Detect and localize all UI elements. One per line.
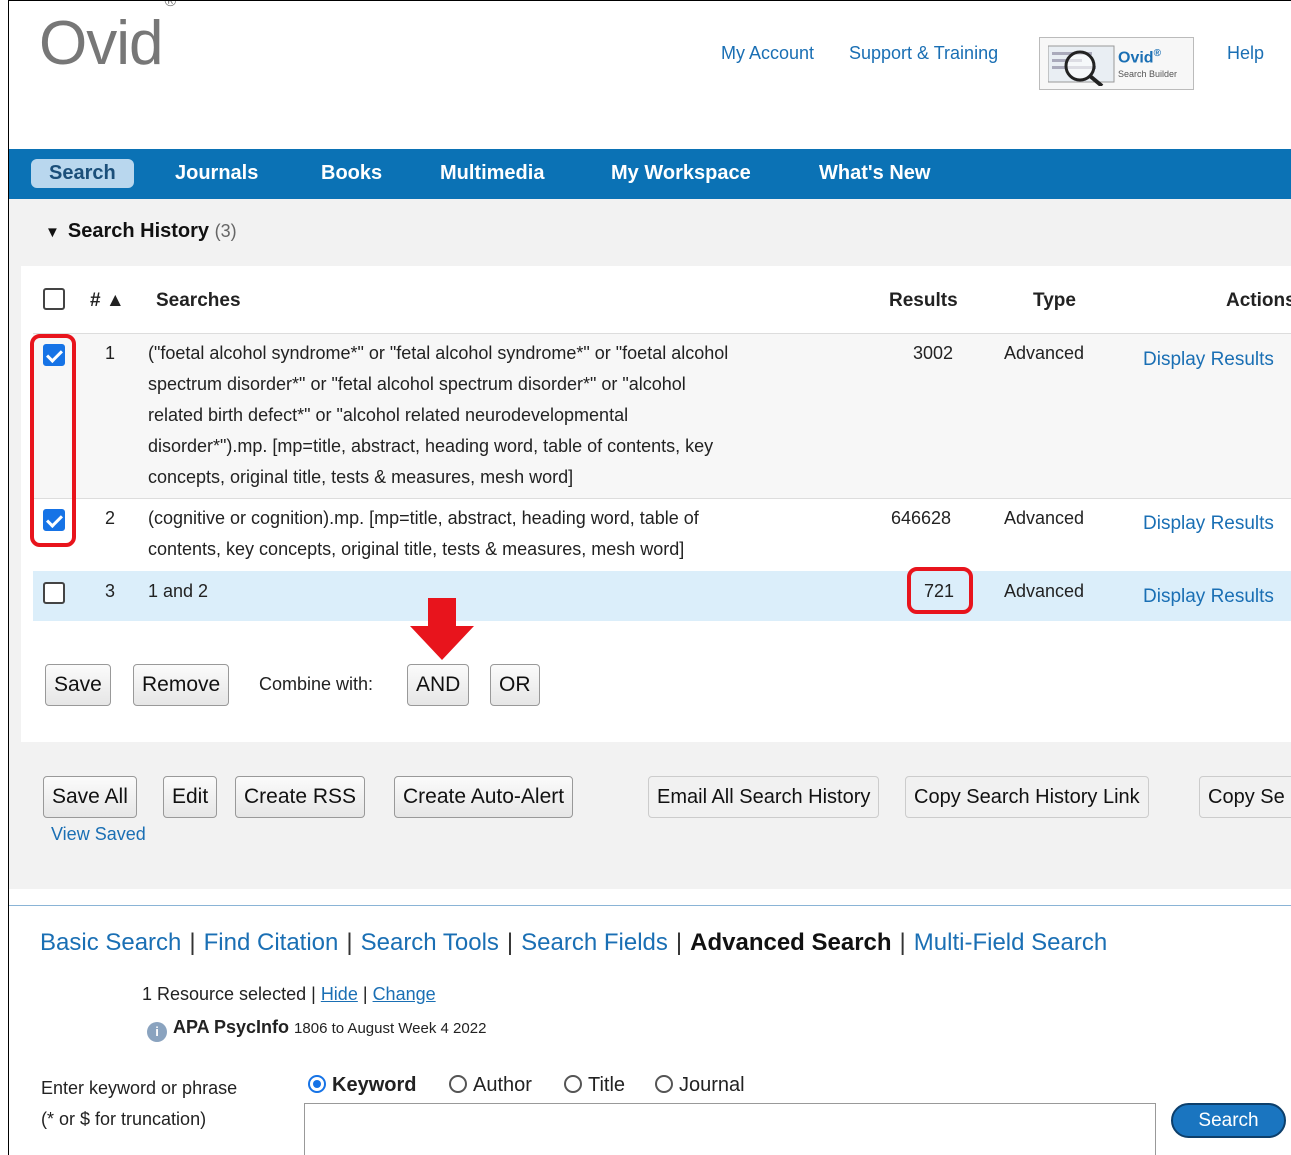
radio-title[interactable]: Title: [564, 1074, 625, 1097]
search-history-toggle[interactable]: ▼ Search History (3): [45, 220, 237, 243]
row-1-query: ("foetal alcohol syndrome*" or "fetal al…: [148, 343, 729, 487]
tab-search[interactable]: Search: [31, 159, 134, 188]
save-button[interactable]: Save: [45, 664, 111, 706]
create-auto-alert-button[interactable]: Create Auto-Alert: [394, 776, 574, 818]
my-account-link[interactable]: My Account: [721, 43, 814, 64]
col-number[interactable]: # ▲: [90, 290, 125, 312]
row-2-results: 646628: [891, 508, 952, 528]
row-1-results: 3002: [913, 343, 954, 363]
row-1-display-results[interactable]: Display Results: [1143, 344, 1274, 375]
main-nav: Search Journals Books Multimedia My Work…: [9, 149, 1291, 199]
search-history-count: (3): [214, 221, 237, 241]
divider: [9, 905, 1291, 906]
row-1-number: 1: [105, 343, 116, 363]
down-arrow-icon: [410, 598, 474, 660]
email-all-history-button[interactable]: Email All Search History: [648, 776, 880, 818]
search-button[interactable]: Search: [1171, 1103, 1286, 1138]
info-icon[interactable]: i: [147, 1022, 167, 1042]
search-builder-label: Search Builder: [1118, 69, 1178, 79]
tab-basic-search[interactable]: Basic Search: [40, 929, 181, 956]
radio-icon: [655, 1075, 673, 1093]
change-link[interactable]: Change: [373, 984, 436, 1004]
tab-whats-new[interactable]: What's New: [819, 162, 930, 185]
radio-author[interactable]: Author: [449, 1074, 532, 1097]
search-history-title: Search History: [67, 220, 210, 242]
tab-my-workspace[interactable]: My Workspace: [611, 162, 751, 185]
database-range: 1806 to August Week 4 2022: [294, 1020, 487, 1037]
col-results: Results: [889, 290, 958, 311]
tab-multimedia[interactable]: Multimedia: [440, 162, 544, 185]
divider: [33, 498, 1291, 499]
row-3-checkbox[interactable]: [43, 582, 65, 604]
search-query-input[interactable]: [304, 1103, 1156, 1155]
resource-selection: 1 Resource selected | Hide | Change: [142, 984, 436, 1004]
tab-advanced-search[interactable]: Advanced Search: [690, 929, 891, 956]
col-type: Type: [1033, 290, 1076, 311]
table-row-selected: [33, 571, 1291, 621]
tab-books[interactable]: Books: [321, 162, 382, 185]
database-info: i APA PsycInfo 1806 to August Week 4 2022: [147, 1017, 486, 1042]
search-mode-tabs: Basic Search | Find Citation | Search Tools |…: [40, 929, 1108, 956]
tab-multi-field-search[interactable]: Multi-Field Search: [914, 929, 1107, 956]
combine-label: Combine with:: [259, 674, 374, 694]
row-3-type: Advanced: [1004, 581, 1085, 601]
create-rss-button[interactable]: Create RSS: [235, 776, 366, 818]
help-link[interactable]: Help: [1227, 43, 1264, 64]
collapse-triangle-icon: ▼: [45, 224, 60, 241]
checkbox-highlight: [30, 334, 76, 547]
row-1-type: Advanced: [1004, 343, 1085, 363]
keyword-label: Enter keyword or phrase (* or $ for trun…: [41, 1078, 238, 1129]
resource-selected-text: 1 Resource selected: [142, 984, 307, 1004]
tab-search-fields[interactable]: Search Fields: [521, 929, 668, 956]
row-2-type: Advanced: [1004, 508, 1085, 528]
radio-journal[interactable]: Journal: [655, 1074, 745, 1097]
radio-icon: [449, 1075, 467, 1093]
save-all-button[interactable]: Save All: [43, 776, 137, 818]
search-builder-brand: Ovid®: [1118, 48, 1161, 67]
remove-button[interactable]: Remove: [133, 664, 230, 706]
copy-history-link-button[interactable]: Copy Search History Link: [905, 776, 1149, 818]
search-builder-button[interactable]: Ovid® Search Builder: [1039, 37, 1194, 90]
support-training-link[interactable]: Support & Training: [849, 43, 998, 64]
radio-keyword[interactable]: Keyword: [308, 1074, 416, 1097]
row-2-number: 2: [105, 508, 116, 528]
tab-search-tools[interactable]: Search Tools: [361, 929, 499, 956]
ovid-logo[interactable]: Ovid®: [39, 1, 176, 75]
radio-icon: [564, 1075, 582, 1093]
magnifier-icon: [1048, 45, 1115, 86]
col-searches: Searches: [156, 290, 241, 311]
row-2-display-results[interactable]: Display Results: [1143, 508, 1274, 539]
row-3-number: 3: [105, 581, 116, 601]
radio-selected-icon: [308, 1075, 326, 1093]
page-frame: Ovid® My Account Support & Training Ovid…: [8, 0, 1291, 1155]
row-3-display-results[interactable]: Display Results: [1143, 581, 1274, 612]
col-actions: Actions: [1226, 290, 1291, 311]
database-name: APA PsycInfo: [173, 1017, 290, 1037]
select-all-checkbox[interactable]: [43, 288, 65, 310]
combine-or-button[interactable]: OR: [490, 664, 540, 706]
combine-and-button[interactable]: AND: [407, 664, 470, 706]
result-count-highlight: [907, 567, 973, 614]
tab-find-citation[interactable]: Find Citation: [204, 929, 339, 956]
view-saved-link[interactable]: View Saved: [51, 819, 146, 850]
tab-journals[interactable]: Journals: [175, 162, 258, 185]
hide-link[interactable]: Hide: [321, 984, 358, 1004]
copy-search-history-button[interactable]: Copy Se: [1199, 776, 1291, 818]
row-3-query: 1 and 2: [148, 581, 209, 601]
edit-button[interactable]: Edit: [163, 776, 218, 818]
row-2-query: (cognitive or cognition).mp. [mp=title, …: [148, 508, 699, 559]
